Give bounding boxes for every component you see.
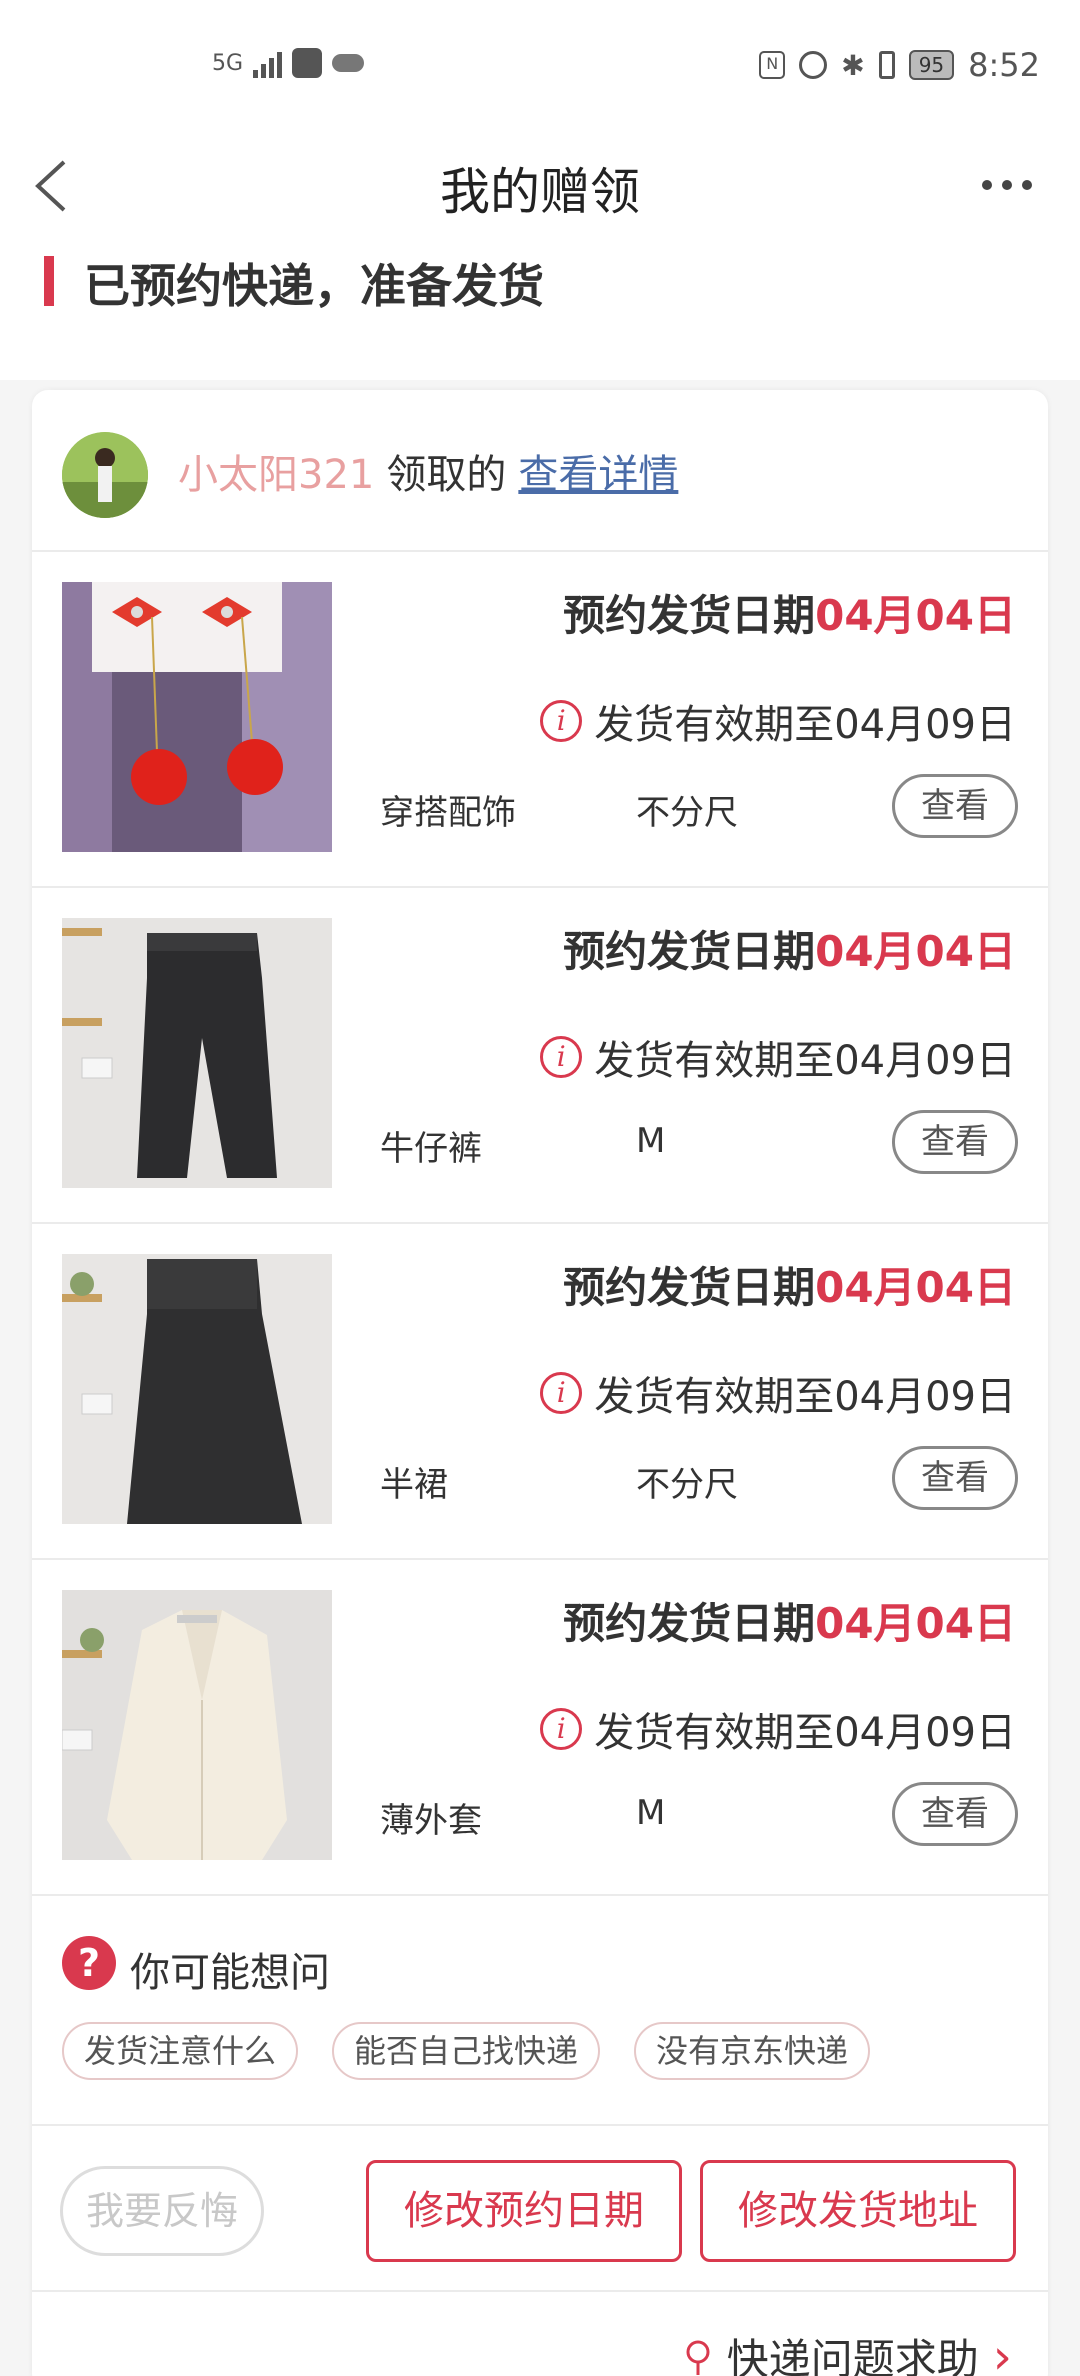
- valid-until: i 发货有效期至04月09日: [540, 1700, 1016, 1758]
- change-address-button[interactable]: 修改发货地址: [700, 2160, 1016, 2262]
- view-button[interactable]: 查看: [892, 1782, 1018, 1846]
- app-notification-icon: [292, 48, 323, 78]
- status-heading: 已预约快递，准备发货: [84, 259, 544, 313]
- item-size: 不分尺: [636, 793, 738, 833]
- ship-date-label: 预约发货日期: [563, 1599, 816, 1648]
- item-image-jeans[interactable]: [62, 918, 332, 1188]
- info-icon: i: [540, 1372, 583, 1414]
- info-icon: i: [540, 1036, 583, 1078]
- item-size: M: [636, 1121, 666, 1161]
- vibrate-icon: [878, 51, 895, 79]
- ship-date: 预约发货日期04月04日: [563, 918, 1016, 979]
- ship-date: 预约发货日期04月04日: [563, 1254, 1016, 1315]
- valid-until-text: 发货有效期至04月09日: [594, 702, 1016, 748]
- ship-date-value: 04月04日: [815, 1599, 1016, 1648]
- faq-chips: 发货注意什么 能否自己找快递 没有京东快递: [62, 2022, 871, 2080]
- valid-until: i 发货有效期至04月09日: [540, 1028, 1016, 1086]
- nav-bar: 我的赠领: [0, 130, 1080, 240]
- network-type: 5G: [212, 50, 244, 76]
- location-pin-icon: [683, 2338, 713, 2376]
- bluetooth-icon: ✱: [841, 48, 865, 82]
- change-date-button[interactable]: 修改预约日期: [366, 2160, 682, 2262]
- valid-until-text: 发货有效期至04月09日: [594, 1710, 1016, 1756]
- courier-help-row[interactable]: 快递问题求助 ›: [32, 2292, 1048, 2376]
- owner-suffix: 领取的: [386, 452, 507, 498]
- question-icon: ?: [62, 1936, 116, 1990]
- ship-date: 预约发货日期04月04日: [563, 582, 1016, 643]
- view-button[interactable]: 查看: [892, 1110, 1018, 1174]
- status-heading-section: 已预约快递，准备发货: [0, 240, 1080, 380]
- list-item[interactable]: 预约发货日期04月04日 i 发货有效期至04月09日 穿搭配饰 不分尺 查看: [32, 552, 1048, 888]
- item-category: 穿搭配饰: [380, 793, 516, 833]
- nfc-icon: N: [759, 51, 786, 79]
- owner-name[interactable]: 小太阳321: [178, 442, 374, 500]
- valid-until-text: 发货有效期至04月09日: [594, 1038, 1016, 1084]
- cloud-icon: [332, 54, 365, 72]
- list-item[interactable]: 预约发货日期04月04日 i 发货有效期至04月09日 牛仔裤 M 查看: [32, 888, 1048, 1224]
- page-title: 我的赠领: [440, 163, 640, 221]
- faq-section: ? 你可能想问 发货注意什么 能否自己找快递 没有京东快递: [32, 1894, 1048, 2126]
- item-size: M: [636, 1793, 666, 1833]
- item-category: 半裙: [380, 1465, 448, 1505]
- view-button[interactable]: 查看: [892, 774, 1018, 838]
- list-item[interactable]: 预约发货日期04月04日 i 发货有效期至04月09日 半裙 不分尺 查看: [32, 1224, 1048, 1560]
- valid-until-text: 发货有效期至04月09日: [594, 1374, 1016, 1420]
- info-icon: i: [540, 1708, 583, 1750]
- chevron-right-icon: ›: [992, 2328, 1012, 2376]
- status-bar: 5G N ✱ 95 8:52: [0, 0, 1080, 130]
- item-image-skirt[interactable]: [62, 1254, 332, 1524]
- courier-help-label: 快递问题求助: [726, 2335, 979, 2376]
- battery-icon: 95: [908, 50, 955, 80]
- alarm-icon: [799, 51, 828, 79]
- courier-help[interactable]: 快递问题求助 ›: [683, 2326, 1012, 2376]
- action-bar: 我要反悔 修改预约日期 修改发货地址: [32, 2126, 1048, 2292]
- ship-date-value: 04月04日: [815, 927, 1016, 976]
- ship-date-label: 预约发货日期: [563, 1263, 816, 1312]
- more-dots-icon[interactable]: [982, 180, 1032, 190]
- signal-icon: [253, 48, 283, 78]
- faq-chip-shipping-notes[interactable]: 发货注意什么: [62, 2022, 299, 2080]
- valid-until: i 发货有效期至04月09日: [540, 692, 1016, 750]
- status-right: N ✱ 95 8:52: [759, 46, 1040, 84]
- ship-date-value: 04月04日: [815, 591, 1016, 640]
- faq-chip-own-courier[interactable]: 能否自己找快递: [332, 2022, 601, 2080]
- avatar[interactable]: [62, 432, 148, 518]
- item-size: 不分尺: [636, 1465, 738, 1505]
- accent-bar: [44, 256, 54, 306]
- item-image-earrings[interactable]: [62, 582, 332, 852]
- ship-date-value: 04月04日: [815, 1263, 1016, 1312]
- view-details-link[interactable]: 查看详情: [518, 442, 678, 500]
- item-category: 薄外套: [380, 1801, 482, 1841]
- ship-date-label: 预约发货日期: [563, 927, 816, 976]
- item-image-jacket[interactable]: [62, 1590, 332, 1860]
- view-button[interactable]: 查看: [892, 1446, 1018, 1510]
- gift-card: 小太阳321 领取的 查看详情 预约发货日期04月04日 i 发货有效期至04月…: [32, 390, 1048, 2376]
- status-left: 5G: [212, 48, 365, 78]
- item-category: 牛仔裤: [380, 1129, 482, 1169]
- owner-line: 小太阳321 领取的 查看详情: [178, 442, 678, 500]
- ship-date: 预约发货日期04月04日: [563, 1590, 1016, 1651]
- regret-button[interactable]: 我要反悔: [60, 2166, 264, 2256]
- ship-date-label: 预约发货日期: [563, 591, 816, 640]
- owner-row: 小太阳321 领取的 查看详情: [32, 390, 1048, 552]
- list-item[interactable]: 预约发货日期04月04日 i 发货有效期至04月09日 薄外套 M 查看: [32, 1560, 1048, 1896]
- faq-title: 你可能想问: [130, 1950, 330, 1996]
- valid-until: i 发货有效期至04月09日: [540, 1364, 1016, 1422]
- clock: 8:52: [968, 46, 1040, 84]
- faq-chip-no-jd[interactable]: 没有京东快递: [634, 2022, 871, 2080]
- info-icon: i: [540, 700, 583, 742]
